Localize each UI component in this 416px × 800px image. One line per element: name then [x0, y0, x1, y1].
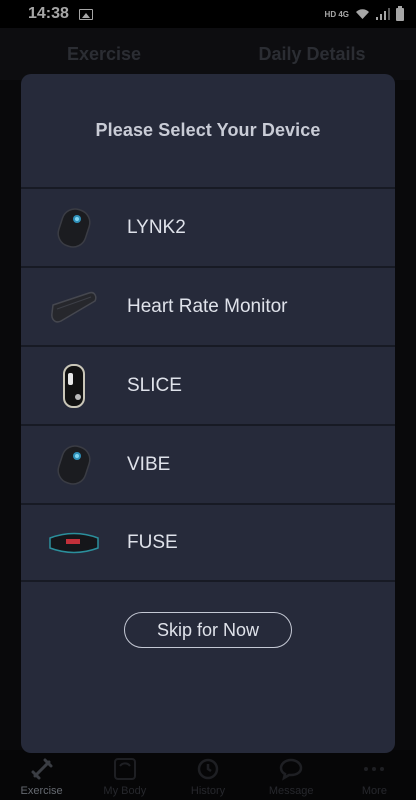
heart-rate-strap-icon	[21, 268, 127, 345]
device-name: FUSE	[127, 531, 178, 553]
device-item-heart-rate-monitor[interactable]: Heart Rate Monitor	[21, 266, 395, 345]
fuse-band-icon	[21, 505, 127, 580]
vibe-device-icon	[21, 426, 127, 503]
device-item-vibe[interactable]: VIBE	[21, 424, 395, 503]
device-item-fuse[interactable]: FUSE	[21, 503, 395, 582]
lynk2-device-icon	[21, 189, 127, 266]
device-name: LYNK2	[127, 216, 186, 238]
device-name: VIBE	[127, 453, 171, 475]
device-list: LYNK2 Heart Rate Monitor SLICE VIBE FUSE	[21, 187, 395, 582]
device-name: Heart Rate Monitor	[127, 295, 288, 317]
device-select-dialog: Please Select Your Device LYNK2 Heart Ra…	[21, 74, 395, 753]
slice-device-icon	[21, 347, 127, 424]
dialog-title: Please Select Your Device	[95, 120, 321, 140]
device-item-lynk2[interactable]: LYNK2	[21, 187, 395, 266]
device-item-slice[interactable]: SLICE	[21, 345, 395, 424]
device-name: SLICE	[127, 374, 182, 396]
skip-for-now-button[interactable]: Skip for Now	[124, 612, 292, 648]
